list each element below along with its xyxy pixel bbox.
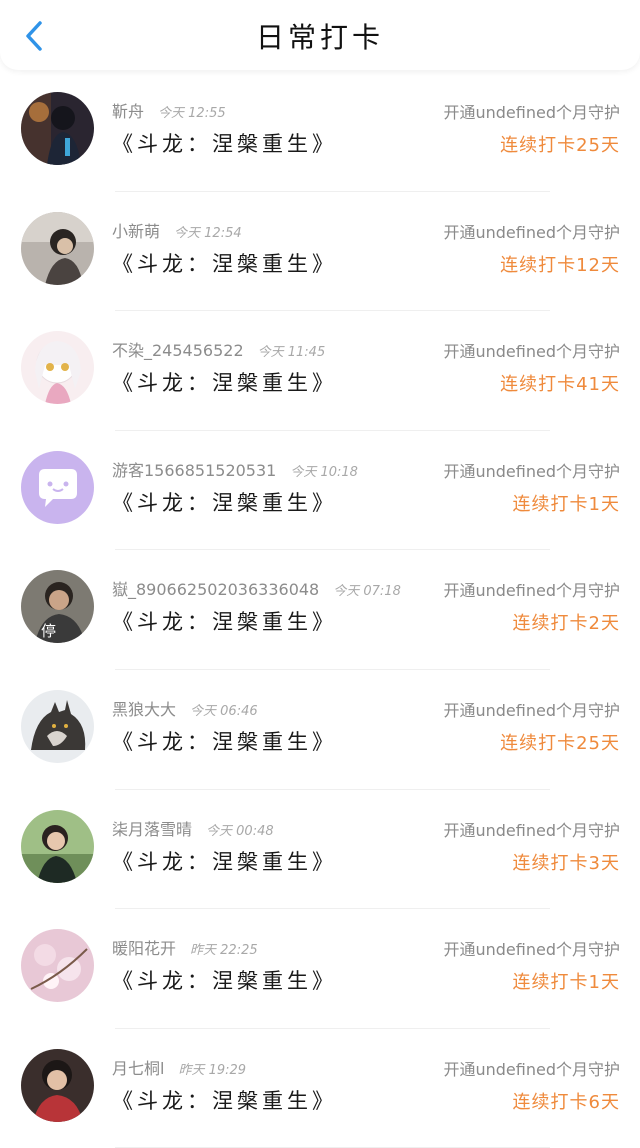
checkin-row[interactable]: 月七桐l 昨天 19:29 《斗龙：涅槃重生》 开通undefined个月守护 连…: [0, 1029, 640, 1148]
user-name-line: 柒月落雪晴 今天 00:48: [112, 816, 274, 840]
user-name[interactable]: 柒月落雪晴: [112, 820, 192, 839]
checkin-row[interactable]: 小新萌 今天 12:54 《斗龙：涅槃重生》 开通undefined个月守护 连续…: [0, 192, 640, 312]
top-nav-bar: 日常打卡: [0, 0, 640, 70]
user-name[interactable]: 靳舟: [112, 102, 144, 121]
checkin-list: 靳舟 今天 12:55 《斗龙：涅槃重生》 开通undefined个月守护 连续打…: [0, 72, 640, 1148]
user-avatar[interactable]: [21, 809, 94, 883]
checkin-row[interactable]: 暖阳花开 昨天 22:25 《斗龙：涅槃重生》 开通undefined个月守护 连…: [0, 909, 640, 1029]
user-name-line: 嶽_890662502036336048 今天 07:18: [112, 576, 401, 600]
streak-count: 连续打卡1天: [512, 972, 620, 994]
user-avatar[interactable]: [21, 450, 94, 524]
user-name[interactable]: 黑狼大大: [112, 700, 176, 719]
user-avatar[interactable]: [21, 929, 94, 1003]
guard-status: 开通undefined个月守护: [443, 222, 620, 242]
page-title: 日常打卡: [255, 21, 384, 54]
guard-status: 开通undefined个月守护: [443, 581, 620, 601]
user-name-line: 游客1566851520531 今天 10:18: [112, 457, 358, 481]
checkin-time: 今天 11:45: [257, 345, 326, 361]
checkin-time: 昨天 22:25: [190, 943, 258, 959]
user-name-line: 靳舟 今天 12:55: [112, 98, 226, 122]
user-avatar[interactable]: [21, 211, 94, 285]
book-title[interactable]: 《斗龙：涅槃重生》: [112, 726, 337, 756]
user-name[interactable]: 不染_245456522: [112, 341, 244, 360]
guard-status: 开通undefined个月守护: [443, 1059, 620, 1079]
streak-count: 连续打卡6天: [512, 1091, 620, 1113]
book-title[interactable]: 《斗龙：涅槃重生》: [112, 965, 337, 995]
user-name-line: 黑狼大大 今天 06:46: [112, 696, 258, 720]
user-name[interactable]: 嶽_890662502036336048: [112, 580, 319, 599]
user-avatar[interactable]: [21, 92, 94, 165]
streak-count: 连续打卡12天: [500, 254, 620, 276]
guard-status: 开通undefined个月守护: [443, 103, 620, 122]
checkin-time: 今天 12:54: [174, 225, 242, 241]
checkin-time: 今天 07:18: [333, 584, 401, 600]
streak-count: 连续打卡2天: [512, 613, 620, 635]
checkin-time: 今天 12:55: [158, 106, 226, 121]
checkin-row[interactable]: 不染_245456522 今天 11:45 《斗龙：涅槃重生》 开通undefin…: [0, 311, 640, 431]
checkin-row[interactable]: 停 嶽_890662502036336048 今天 07:18 《斗龙：涅槃重生》…: [0, 550, 640, 670]
streak-count: 连续打卡41天: [500, 374, 620, 396]
checkin-time: 昨天 19:29: [178, 1062, 247, 1078]
streak-count: 连续打卡1天: [512, 493, 620, 515]
book-title[interactable]: 《斗龙：涅槃重生》: [112, 606, 337, 636]
streak-count: 连续打卡25天: [500, 732, 620, 754]
guard-status: 开通undefined个月守护: [443, 342, 620, 362]
checkin-row[interactable]: 柒月落雪晴 今天 00:48 《斗龙：涅槃重生》 开通undefined个月守护 …: [0, 790, 640, 910]
user-avatar[interactable]: [21, 331, 94, 405]
user-avatar[interactable]: 停: [21, 570, 94, 644]
user-name-line: 小新萌 今天 12:54: [112, 218, 242, 242]
avatar-caption: 停: [41, 622, 56, 640]
checkin-time: 今天 10:18: [290, 464, 358, 480]
guard-status: 开通undefined个月守护: [443, 940, 620, 960]
user-avatar[interactable]: [21, 1048, 94, 1122]
streak-count: 连续打卡3天: [512, 852, 620, 874]
user-name[interactable]: 月七桐l: [112, 1059, 164, 1078]
checkin-row[interactable]: 靳舟 今天 12:55 《斗龙：涅槃重生》 开通undefined个月守护 连续打…: [0, 72, 640, 192]
user-name[interactable]: 游客1566851520531: [112, 461, 276, 480]
book-title[interactable]: 《斗龙：涅槃重生》: [112, 846, 337, 876]
guard-status: 开通undefined个月守护: [443, 820, 620, 840]
checkin-row[interactable]: 游客1566851520531 今天 10:18 《斗龙：涅槃重生》 开通unde…: [0, 431, 640, 551]
checkin-row[interactable]: 黑狼大大 今天 06:46 《斗龙：涅槃重生》 开通undefined个月守护 连…: [0, 670, 640, 790]
guard-status: 开通undefined个月守护: [443, 461, 620, 481]
book-title[interactable]: 《斗龙：涅槃重生》: [112, 487, 337, 517]
book-title[interactable]: 《斗龙：涅槃重生》: [112, 128, 337, 158]
user-name[interactable]: 小新萌: [112, 222, 160, 241]
user-name[interactable]: 暖阳花开: [112, 939, 176, 958]
checkin-time: 今天 00:48: [206, 823, 274, 839]
guard-status: 开通undefined个月守护: [443, 700, 620, 720]
streak-count: 连续打卡25天: [500, 135, 620, 156]
checkin-time: 今天 06:46: [190, 703, 258, 719]
user-name-line: 不染_245456522 今天 11:45: [112, 337, 325, 361]
book-title[interactable]: 《斗龙：涅槃重生》: [112, 1085, 337, 1115]
book-title[interactable]: 《斗龙：涅槃重生》: [112, 367, 337, 397]
chat-bubble-icon: [21, 450, 94, 524]
user-name-line: 暖阳花开 昨天 22:25: [112, 935, 258, 959]
user-name-line: 月七桐l 昨天 19:29: [112, 1055, 246, 1079]
book-title[interactable]: 《斗龙：涅槃重生》: [112, 248, 337, 278]
user-avatar[interactable]: [21, 689, 94, 763]
